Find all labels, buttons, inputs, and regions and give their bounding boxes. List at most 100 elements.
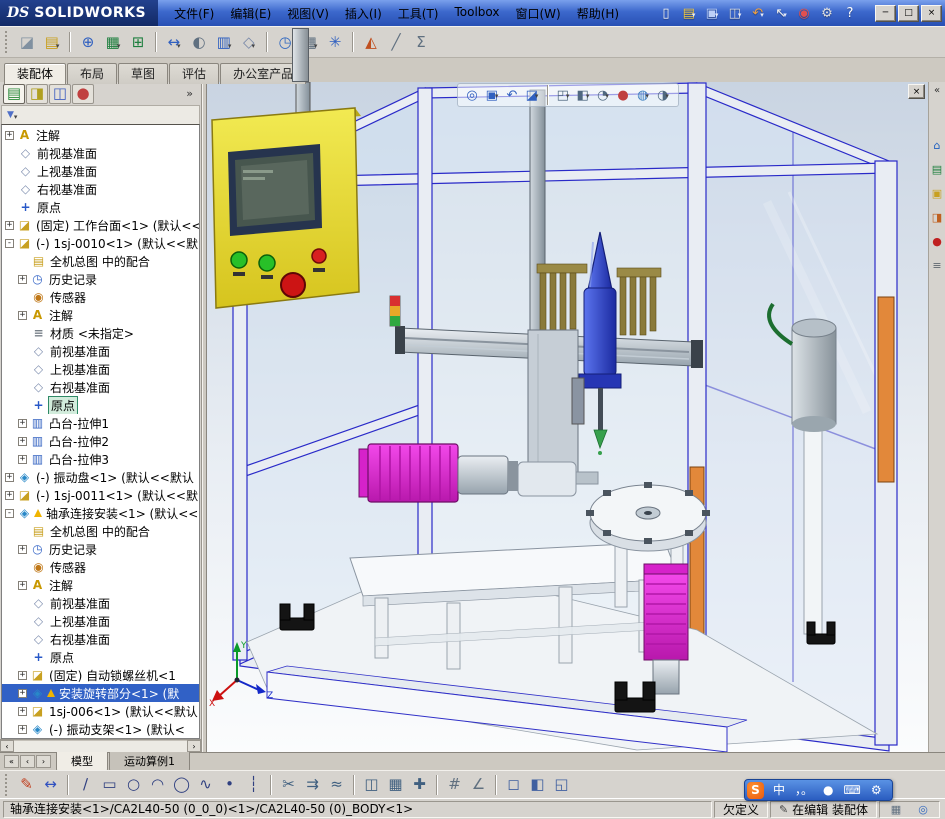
tree-item[interactable]: + ▥ 凸台-拉伸1 — [2, 414, 199, 432]
tree-hscroll-right-button[interactable]: › — [187, 740, 201, 752]
move-entities-icon[interactable]: ✚ — [408, 774, 431, 796]
new-document-icon[interactable]: ▯ — [655, 3, 677, 23]
grid-settings-icon[interactable]: # — [443, 774, 466, 796]
tree-item[interactable]: + A 注解 — [2, 576, 199, 594]
linear-component-pattern-icon[interactable]: ▦ ▾ — [101, 30, 125, 54]
tree-expander[interactable]: + — [18, 688, 27, 698]
solidworks-resources-icon[interactable]: ⌂ — [930, 138, 945, 153]
tree-item[interactable]: ◇ 前视基准面 — [2, 342, 199, 360]
tree-expander[interactable]: + — [18, 706, 27, 716]
tree-expander[interactable]: + — [5, 130, 14, 140]
menu-item[interactable]: 文件(F) — [166, 2, 222, 25]
toolbar-grip[interactable] — [5, 31, 10, 53]
menu-item[interactable]: 插入(I) — [337, 2, 390, 25]
tree-item[interactable]: ▤ 全机总图 中的配合 — [2, 252, 199, 270]
maximize-button[interactable]: □ — [898, 4, 919, 22]
assembly-features-icon[interactable]: ▥ ▾ — [212, 30, 236, 54]
rectangle-icon[interactable]: ▭ — [98, 774, 121, 796]
interference-detection-icon[interactable]: ◭ — [359, 30, 383, 54]
sketch-icon[interactable]: ✎ — [15, 774, 38, 796]
tree-item[interactable]: + 原点 — [2, 396, 199, 414]
tree-item[interactable]: + ◪ (固定) 工作台面<1> (默认<< — [2, 216, 199, 234]
tree-expander[interactable]: + — [18, 670, 27, 680]
tree-hscroll-track[interactable] — [14, 740, 187, 752]
model-tab-scroll-left-icon[interactable]: ‹ — [20, 755, 35, 768]
command-tab[interactable]: 装配体 — [4, 63, 67, 84]
menu-item[interactable]: 编辑(E) — [222, 2, 279, 25]
tree-item[interactable]: + 原点 — [2, 648, 199, 666]
minimize-button[interactable]: ─ — [875, 4, 896, 22]
undo-icon[interactable]: ↶ ▾ — [747, 3, 769, 23]
tree-item[interactable]: ◇ 右视基准面 — [2, 378, 199, 396]
tree-expander[interactable]: + — [5, 472, 14, 482]
collapse-taskpane-button[interactable]: « — [934, 85, 940, 96]
view-palette-icon[interactable]: ◨ — [930, 210, 945, 225]
model-tab[interactable]: 模型 — [56, 751, 108, 772]
ime-settings-icon[interactable]: ⚙ — [870, 782, 883, 799]
reference-geometry-icon[interactable]: ◇ ▾ — [237, 30, 261, 54]
four-viewport-icon[interactable]: ◱ — [550, 774, 573, 796]
tree-expander[interactable]: + — [18, 580, 27, 590]
display-style-icon[interactable]: ◧ ▾ — [574, 86, 593, 104]
tree-expander[interactable]: - — [5, 238, 14, 248]
model-tab-scroll-first-icon[interactable]: « — [4, 755, 19, 768]
graphics-viewport[interactable]: Y X Z ◎ ▣ ▾ ↶ ◪ ▾ ◰ ▾ ◧ ▾ ◔ ▾ ● ◍ ▾ ◑ ▾ × — [207, 82, 928, 752]
zoom-to-area-icon[interactable]: ▣ ▾ — [483, 86, 502, 104]
tree-expander[interactable]: + — [18, 418, 27, 428]
linear-sketch-pattern-icon[interactable]: ▦ — [384, 774, 407, 796]
displaymanager-tab[interactable]: ● — [72, 83, 94, 104]
propertymanager-tab[interactable]: ◨ — [26, 83, 48, 104]
tree-item[interactable]: ◇ 上视基准面 — [2, 162, 199, 180]
hide-show-items-icon[interactable]: ◔ ▾ — [594, 86, 613, 104]
mirror-entities-icon[interactable]: ◫ — [360, 774, 383, 796]
close-document-button[interactable]: × — [908, 84, 925, 99]
tree-item[interactable]: + ◈ (-) 振动支架<1> (默认< — [2, 720, 199, 738]
tree-item[interactable]: ◇ 前视基准面 — [2, 594, 199, 612]
mate-icon[interactable]: ⊕ — [76, 30, 100, 54]
tree-item[interactable]: ◇ 前视基准面 — [2, 144, 199, 162]
point-icon[interactable]: • — [218, 774, 241, 796]
design-library-icon[interactable]: ▤ — [930, 162, 945, 177]
ellipse-icon[interactable]: ◯ — [170, 774, 193, 796]
options-icon[interactable]: ⚙ — [816, 3, 838, 23]
exploded-view-icon[interactable]: ✳ — [323, 30, 347, 54]
command-tab[interactable]: 布局 — [67, 63, 118, 84]
tree-item[interactable]: ◉ 传感器 — [2, 288, 199, 306]
tree-item[interactable]: ▤ 全机总图 中的配合 — [2, 522, 199, 540]
tree-item[interactable]: ◇ 上视基准面 — [2, 612, 199, 630]
help-icon[interactable]: ? — [839, 3, 861, 23]
edit-component-icon[interactable]: ◪ — [15, 30, 39, 54]
tree-item[interactable]: + A 注解 — [2, 126, 199, 144]
print-icon[interactable]: ◫ ▾ — [724, 3, 746, 23]
tree-item[interactable]: + ◷ 历史记录 — [2, 540, 199, 558]
menu-item[interactable]: 工具(T) — [390, 2, 447, 25]
spline-icon[interactable]: ∿ — [194, 774, 217, 796]
view-orientation-icon[interactable]: ◰ ▾ — [554, 86, 573, 104]
tree-expander[interactable]: + — [5, 220, 14, 230]
arc-icon[interactable]: ◠ — [146, 774, 169, 796]
snap-icon[interactable]: ∠ — [467, 774, 490, 796]
tree-item[interactable]: + ◪ (固定) 自动锁螺丝机<1 — [2, 666, 199, 684]
ime-mode-chinese[interactable]: 中 — [772, 782, 786, 799]
trim-entities-icon[interactable]: ✂ — [277, 774, 300, 796]
tree-item[interactable]: + ◪ (-) 1sj-0011<1> (默认<<默 — [2, 486, 199, 504]
tree-expander[interactable]: + — [18, 310, 27, 320]
mass-properties-icon[interactable]: Σ — [409, 30, 433, 54]
tree-expander[interactable]: + — [18, 436, 27, 446]
tree-item[interactable]: + ◈ (-) 振动盘<1> (默认<<默认 — [2, 468, 199, 486]
tree-item[interactable]: + A 注解 — [2, 306, 199, 324]
centerline-icon[interactable]: ┆ — [242, 774, 265, 796]
tree-item[interactable]: + ▥ 凸台-拉伸3 — [2, 450, 199, 468]
rebuild-icon[interactable]: ◉ — [793, 3, 815, 23]
move-component-icon[interactable]: ↔ ▾ — [162, 30, 186, 54]
circle-icon[interactable]: ○ — [122, 774, 145, 796]
ime-punctuation-icon[interactable]: ，。 — [794, 782, 814, 799]
menu-item[interactable]: 视图(V) — [279, 2, 337, 25]
ime-fullwidth-icon[interactable]: ● — [822, 782, 834, 799]
tree-item[interactable]: ◇ 右视基准面 — [2, 180, 199, 198]
tree-item[interactable]: + ◪ 1sj-006<1> (默认<<默认 — [2, 702, 199, 720]
filter-icon[interactable]: ▼ — [7, 110, 14, 120]
toolbar-grip[interactable] — [5, 773, 10, 796]
configurationmanager-tab[interactable]: ◫ — [49, 83, 71, 104]
line-icon[interactable]: ∕ — [74, 774, 97, 796]
